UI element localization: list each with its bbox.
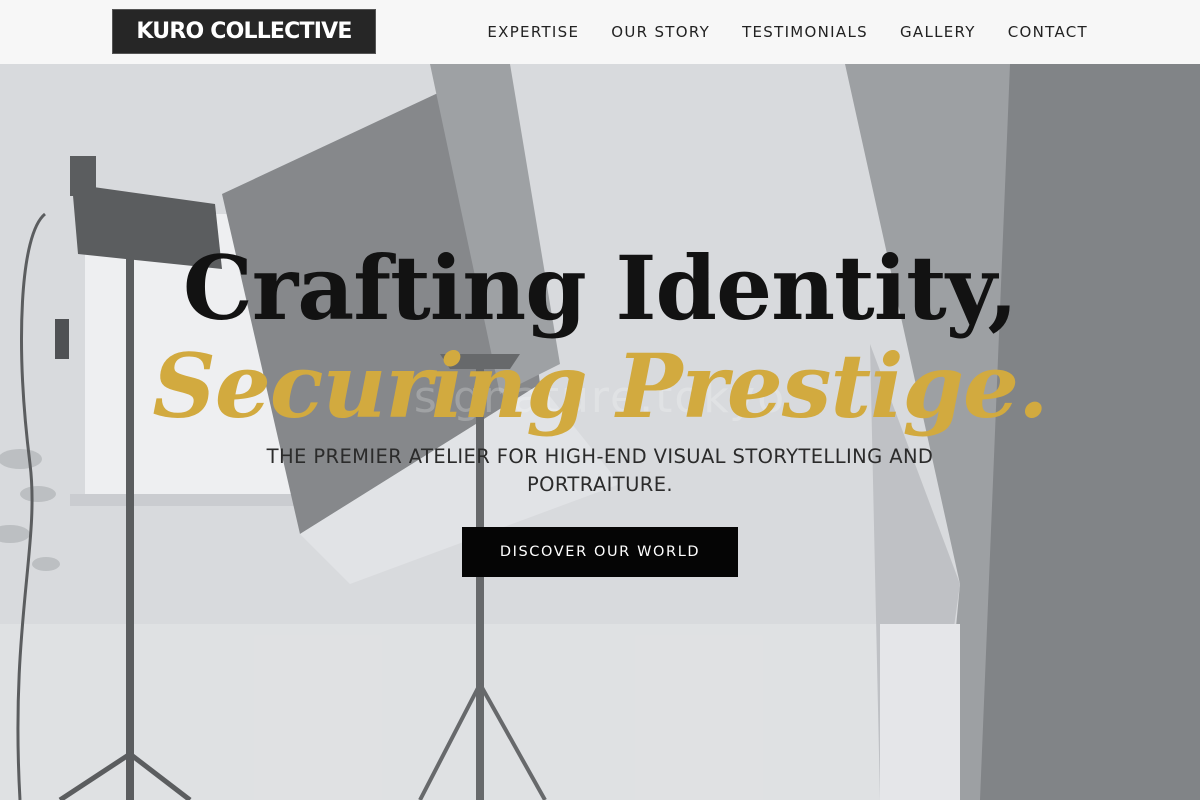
nav-item-our-story[interactable]: OUR STORY (611, 23, 710, 41)
nav-item-gallery[interactable]: GALLERY (900, 23, 976, 41)
main-nav: EXPERTISE OUR STORY TESTIMONIALS GALLERY… (487, 0, 1088, 64)
hero-headline-accent: Securing Prestige. (152, 334, 1048, 438)
site-header: KURO COLLECTIVE EXPERTISE OUR STORY TEST… (0, 0, 1200, 64)
nav-item-contact[interactable]: CONTACT (1008, 23, 1088, 41)
nav-item-testimonials[interactable]: TESTIMONIALS (742, 23, 868, 41)
brand-logo[interactable]: KURO COLLECTIVE (112, 9, 376, 54)
discover-our-world-button[interactable]: DISCOVER OUR WORLD (462, 527, 738, 577)
hero-headline: Crafting Identity, (182, 236, 1018, 340)
hero-subtitle: THE PREMIER ATELIER FOR HIGH-END VISUAL … (266, 445, 934, 496)
hero-section: signature.tokyo Crafting Identity, Secur… (0, 64, 1200, 800)
nav-item-expertise[interactable]: EXPERTISE (487, 23, 579, 41)
